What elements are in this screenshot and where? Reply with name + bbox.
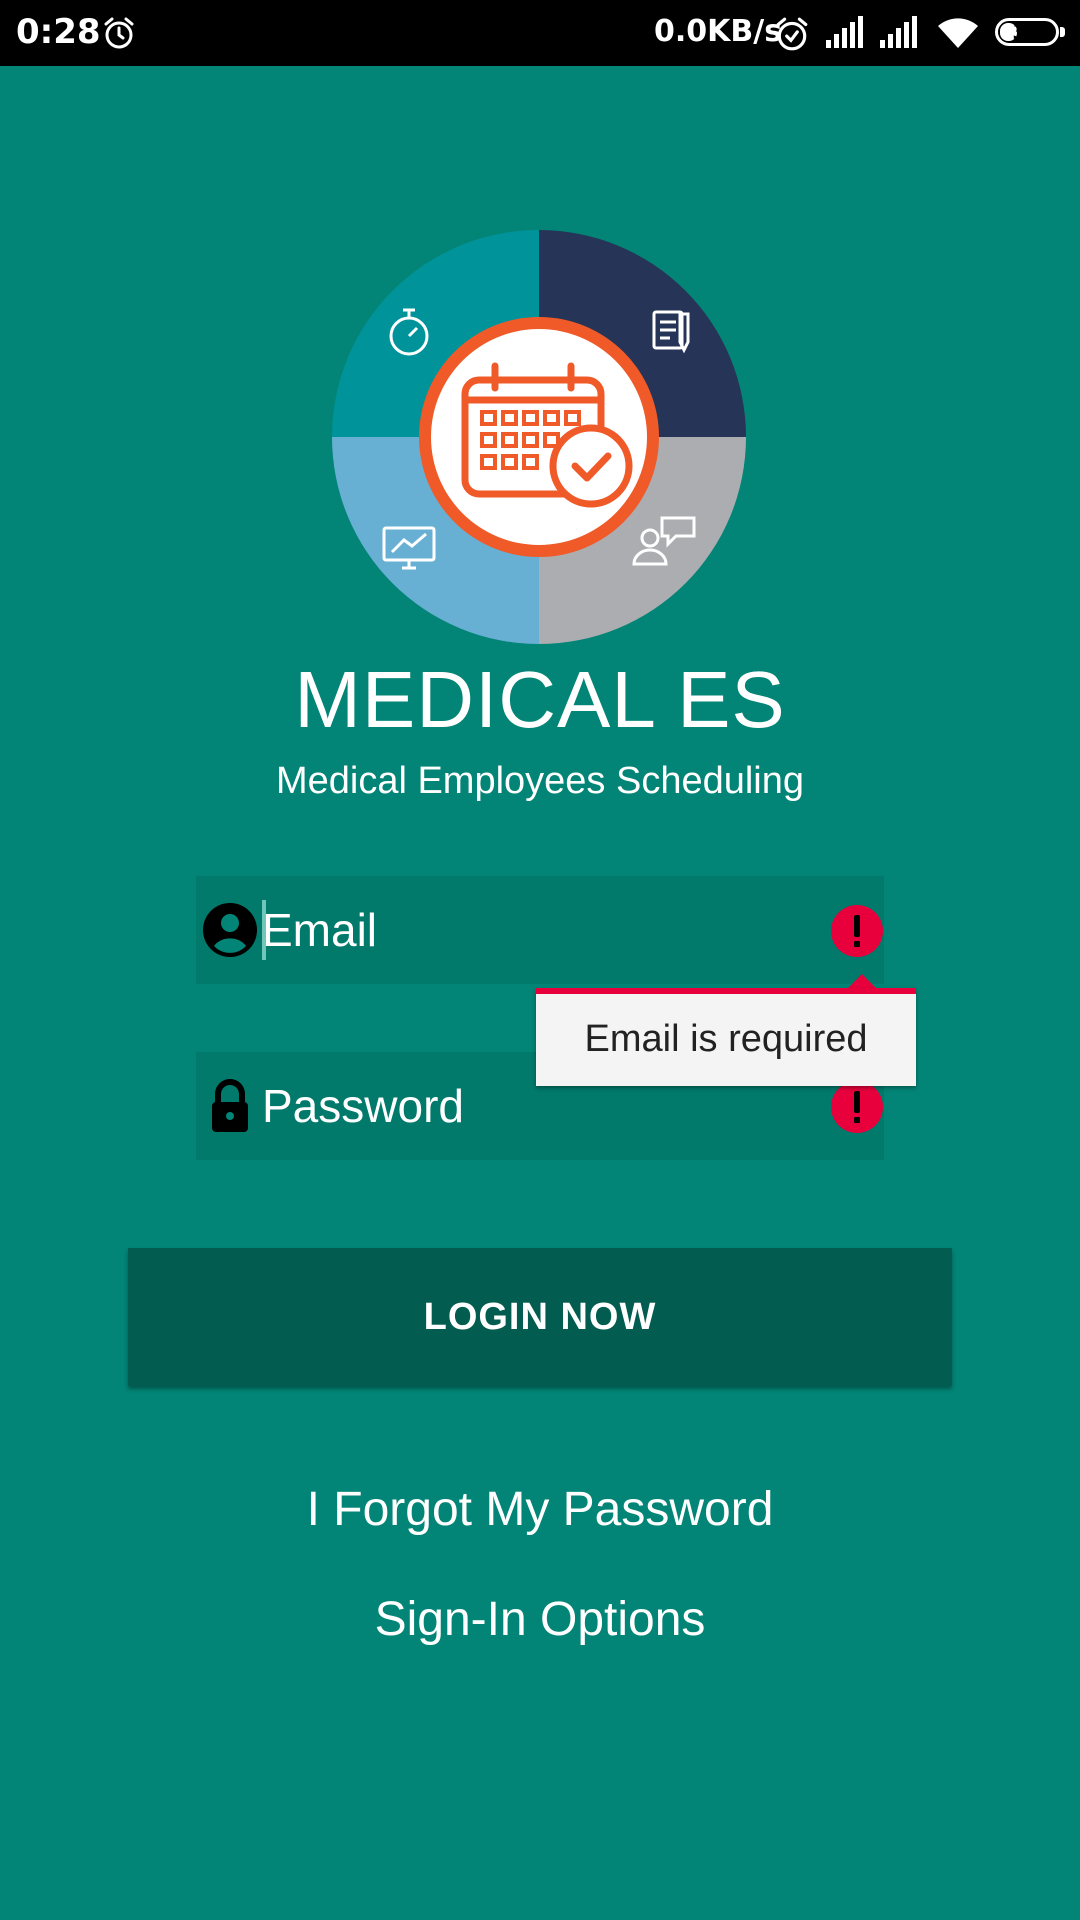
lock-icon bbox=[212, 1079, 248, 1132]
alarm-clock-icon bbox=[104, 17, 134, 49]
account-circle-icon bbox=[203, 903, 257, 957]
status-time: 0:28 bbox=[16, 12, 101, 52]
sign-in-options-link[interactable]: Sign-In Options bbox=[0, 1592, 1080, 1647]
app-subtitle: Medical Employees Scheduling bbox=[275, 760, 805, 802]
login-button[interactable]: LOGIN NOW bbox=[128, 1248, 952, 1386]
network-speed: 0.0KB/s bbox=[654, 14, 783, 49]
status-bar: 0:28 0.0KB/s 37 bbox=[0, 0, 1080, 66]
email-error-tooltip: Email is required bbox=[536, 988, 916, 1086]
battery-icon: 37 bbox=[995, 18, 1065, 46]
battery-level: 37 bbox=[1012, 20, 1042, 44]
forgot-password-link[interactable]: I Forgot My Password bbox=[0, 1482, 1080, 1537]
signal-strength-icon bbox=[880, 16, 917, 48]
alarm-icon bbox=[776, 17, 808, 51]
wifi-icon bbox=[938, 18, 978, 48]
app-logo bbox=[332, 230, 746, 644]
error-icon[interactable] bbox=[830, 1080, 884, 1134]
app-title: MEDICAL ES bbox=[294, 655, 786, 744]
email-input[interactable] bbox=[262, 894, 802, 966]
error-icon[interactable] bbox=[830, 904, 884, 958]
text-caret bbox=[262, 900, 266, 960]
email-field-container bbox=[196, 876, 884, 984]
signal-strength-icon bbox=[826, 16, 863, 48]
